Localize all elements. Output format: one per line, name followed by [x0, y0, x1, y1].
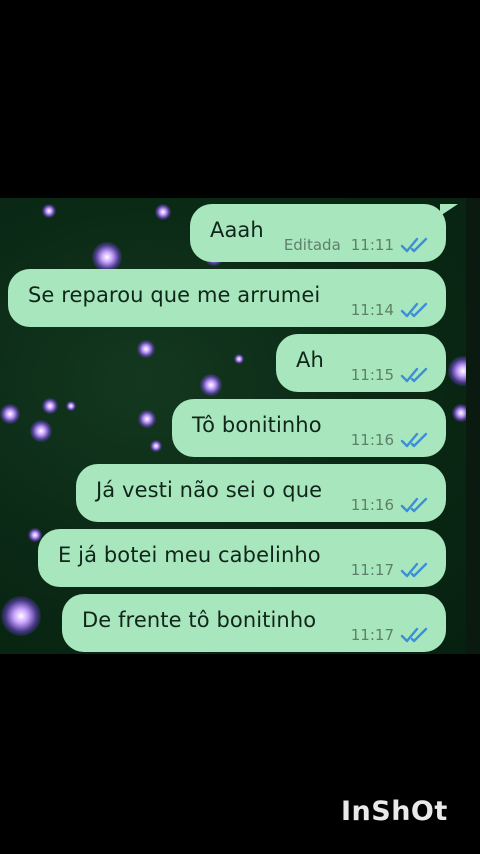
star-decoration	[42, 398, 58, 414]
message-bubble[interactable]: Tô bonitinho 11:16	[172, 399, 446, 457]
bubble-tail	[440, 204, 458, 216]
message-text: Se reparou que me arrumei	[28, 283, 321, 307]
double-check-read-icon	[400, 236, 432, 254]
message-bubble[interactable]: Já vesti não sei o que 11:16	[76, 464, 446, 522]
star-decoration	[137, 340, 155, 358]
message-bubble[interactable]: Aaah Editada 11:11	[190, 204, 458, 262]
message-meta: 11:17	[351, 561, 432, 579]
edited-label: Editada	[283, 236, 341, 254]
message-time: 11:16	[350, 431, 394, 449]
star-decoration	[92, 242, 122, 272]
message-text: De frente tô bonitinho	[82, 608, 317, 632]
star-decoration	[234, 354, 244, 364]
message-bubble[interactable]: Ah 11:15	[276, 334, 446, 392]
message-meta: 11:15	[351, 366, 432, 384]
message-text: Já vesti não sei o que	[96, 478, 323, 502]
message-text: Aaah	[210, 218, 264, 242]
double-check-read-icon	[400, 626, 432, 644]
message-bubble[interactable]: E já botei meu cabelinho 11:17	[38, 529, 446, 587]
star-decoration	[150, 440, 162, 452]
message-bubble[interactable]: Se reparou que me arrumei 11:14	[8, 269, 446, 327]
message-time: 11:17	[350, 626, 394, 644]
message-time: 11:11	[350, 236, 394, 254]
message-meta: 11:14	[351, 301, 432, 319]
star-decoration	[0, 404, 20, 424]
message-text: Ah	[296, 348, 324, 372]
message-time: 11:16	[350, 496, 394, 514]
screen: Aaah Editada 11:11 Se reparou que me arr…	[0, 0, 480, 854]
message-text: Tô bonitinho	[192, 413, 322, 437]
star-decoration	[155, 204, 171, 220]
message-time: 11:14	[350, 301, 394, 319]
message-time: 11:17	[350, 561, 394, 579]
double-check-read-icon	[400, 366, 432, 384]
double-check-read-icon	[400, 496, 432, 514]
message-text: E já botei meu cabelinho	[58, 543, 321, 567]
message-meta: 11:16	[351, 431, 432, 449]
double-check-read-icon	[400, 431, 432, 449]
message-meta: 11:16	[351, 496, 432, 514]
star-decoration	[42, 204, 56, 218]
message-bubble[interactable]: De frente tô bonitinho 11:17	[62, 594, 446, 652]
star-decoration	[1, 596, 41, 636]
double-check-read-icon	[400, 561, 432, 579]
star-decoration	[66, 401, 76, 411]
message-time: 11:15	[350, 366, 394, 384]
chat-area[interactable]: Aaah Editada 11:11 Se reparou que me arr…	[0, 198, 480, 654]
scroll-strip	[466, 198, 480, 654]
inshot-watermark: InShOt	[341, 796, 448, 827]
message-meta: Editada 11:11	[284, 236, 432, 254]
star-decoration	[200, 374, 222, 396]
star-decoration	[138, 410, 156, 428]
message-meta: 11:17	[351, 626, 432, 644]
double-check-read-icon	[400, 301, 432, 319]
star-decoration	[30, 420, 52, 442]
